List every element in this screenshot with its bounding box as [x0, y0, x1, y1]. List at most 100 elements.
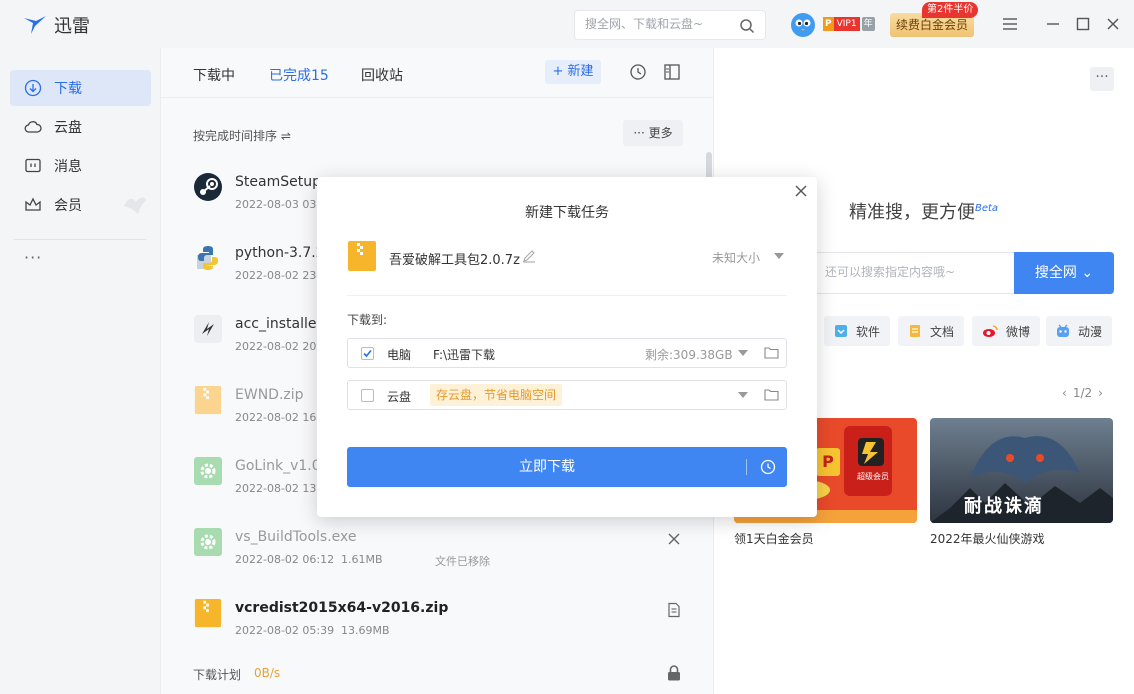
save-to-label: 下载到: [347, 313, 388, 327]
hamburger-icon [1003, 18, 1017, 30]
category-document[interactable]: 文档 [898, 316, 965, 346]
minimize-button[interactable] [1043, 14, 1063, 34]
vip-level-label: VIP1 [833, 17, 860, 31]
acc-installer-icon [194, 315, 222, 343]
edit-pencil-icon[interactable] [522, 249, 536, 263]
tab-completed[interactable]: 已完成15 [269, 65, 329, 85]
task-size: 未知大小 [712, 251, 761, 265]
file-date: 2022-08-02 23:2 [235, 269, 328, 282]
more-button[interactable]: ··· 更多 [623, 120, 683, 146]
mascot-icon [124, 197, 146, 214]
sidebar-item-download[interactable]: 下载 [10, 70, 151, 106]
button-divider [746, 459, 747, 475]
global-search-input[interactable] [585, 17, 735, 31]
download-plan-label[interactable]: 下载计划 [193, 666, 241, 683]
sidebar-divider [14, 239, 146, 240]
file-name: acc_installer_ [235, 316, 330, 332]
weibo-icon [983, 325, 998, 337]
category-label: 微博 [1006, 324, 1031, 339]
destination-cloud-checkbox[interactable] [361, 389, 374, 402]
task-filename: 吾爱破解工具包2.0.7z [389, 253, 520, 268]
destination-name: 云盘 [387, 390, 412, 404]
pager-text: 1/2 [1072, 386, 1093, 400]
search-all-button[interactable]: 搜全网 ⌄ [1014, 252, 1114, 294]
destination-cloud[interactable]: 云盘 存云盘，节省电脑空间 [347, 380, 787, 410]
file-name: vs_BuildTools.exe [235, 529, 357, 545]
category-software[interactable]: 软件 [824, 316, 891, 346]
download-now-label: 立即下载 [519, 459, 575, 475]
category-anime[interactable]: 动漫 [1046, 316, 1113, 346]
right-more-button[interactable]: ··· [1090, 67, 1114, 91]
folder-icon[interactable] [764, 388, 779, 401]
download-icon [24, 79, 42, 97]
category-weibo[interactable]: 微博 [972, 316, 1041, 346]
category-label: 动漫 [1078, 324, 1103, 339]
vip-badge: P VIP1 年 [823, 17, 875, 31]
exe-gear-icon [194, 457, 222, 485]
sidebar-item-label: 下载 [54, 81, 82, 97]
title-bar: 迅雷 P VIP1 年 续费白金会员 第2件半价 [0, 0, 1134, 48]
app-logo: 迅雷 [22, 12, 90, 38]
file-name: python-3.7.2- [235, 245, 330, 261]
crown-icon [25, 197, 41, 211]
schedule-clock-icon[interactable] [760, 459, 776, 475]
maximize-button[interactable] [1073, 14, 1093, 34]
svg-text:P: P [822, 452, 834, 471]
destination-free-space: 剩余:309.38GB [645, 348, 733, 362]
card-pager: ‹ 1/2 › [1062, 386, 1103, 400]
precise-search-title: 精准搜，更方便Beta [849, 198, 998, 224]
avatar[interactable] [790, 12, 816, 38]
vip-p-label: P [823, 17, 834, 31]
dialog-title: 新建下载任务 [525, 205, 609, 221]
precise-search-input[interactable] [825, 265, 1005, 279]
sidebar-item-cloud[interactable]: 云盘 [10, 109, 151, 145]
chevron-down-icon[interactable] [738, 350, 748, 356]
list-item[interactable]: vs_BuildTools.exe 2022-08-02 06:12 1.61M… [161, 527, 714, 597]
tab-divider [161, 97, 714, 98]
document-icon [910, 325, 920, 337]
pager-next[interactable]: › [1098, 386, 1103, 400]
document-icon[interactable] [666, 602, 682, 618]
close-icon [1107, 18, 1119, 30]
chevron-down-icon[interactable] [774, 253, 784, 259]
folder-icon[interactable] [764, 346, 779, 359]
close-window-button[interactable] [1103, 14, 1123, 34]
promo-card-label[interactable]: 2022年最火仙侠游戏 [930, 530, 1045, 547]
cloud-save-tip: 存云盘，节省电脑空间 [430, 384, 563, 406]
category-label: 文档 [930, 324, 955, 339]
list-item[interactable]: vcredist2015x64-v2016.zip 2022-08-02 05:… [161, 598, 714, 668]
thunder-logo-icon [24, 16, 46, 34]
app-title: 迅雷 [54, 16, 90, 37]
dialog-divider [347, 295, 787, 296]
steam-icon [194, 173, 222, 201]
maximize-icon [1076, 17, 1090, 31]
search-icon[interactable] [739, 18, 755, 34]
lock-icon[interactable] [667, 665, 681, 681]
promo-card-game[interactable]: 耐战诛滴 [930, 418, 1113, 523]
delete-record-icon[interactable] [666, 531, 682, 547]
layout-toggle-icon[interactable] [663, 63, 681, 81]
destination-name: 电脑 [387, 348, 412, 362]
download-now-button[interactable]: 立即下载 [347, 447, 787, 487]
global-search[interactable] [574, 10, 766, 40]
pager-prev[interactable]: ‹ [1062, 386, 1067, 400]
anime-icon [1057, 324, 1069, 337]
tab-recycle-bin[interactable]: 回收站 [361, 65, 403, 85]
file-date: 2022-08-02 20:2 [235, 340, 328, 353]
destination-pc[interactable]: 电脑 F:\迅雷下载 剩余:309.38GB [347, 338, 787, 368]
tab-downloading[interactable]: 下载中 [193, 65, 235, 85]
sidebar-item-message[interactable]: 消息 [10, 148, 151, 184]
menu-button[interactable] [1000, 14, 1020, 34]
sort-by-time[interactable]: 按完成时间排序 ⇌ [193, 127, 291, 144]
software-icon [835, 325, 847, 337]
destination-pc-checkbox[interactable] [361, 347, 374, 360]
close-icon[interactable] [793, 183, 809, 199]
chevron-down-icon[interactable] [738, 392, 748, 398]
file-date: 2022-08-03 03:0 [235, 198, 328, 211]
zip-file-icon [194, 598, 222, 628]
python-installer-icon [197, 246, 218, 270]
new-task-button[interactable]: + 新建 [545, 60, 601, 84]
promo-card-label[interactable]: 领1天白金会员 [734, 530, 814, 547]
history-icon[interactable] [629, 63, 647, 81]
sidebar-more[interactable]: ··· [24, 248, 42, 267]
